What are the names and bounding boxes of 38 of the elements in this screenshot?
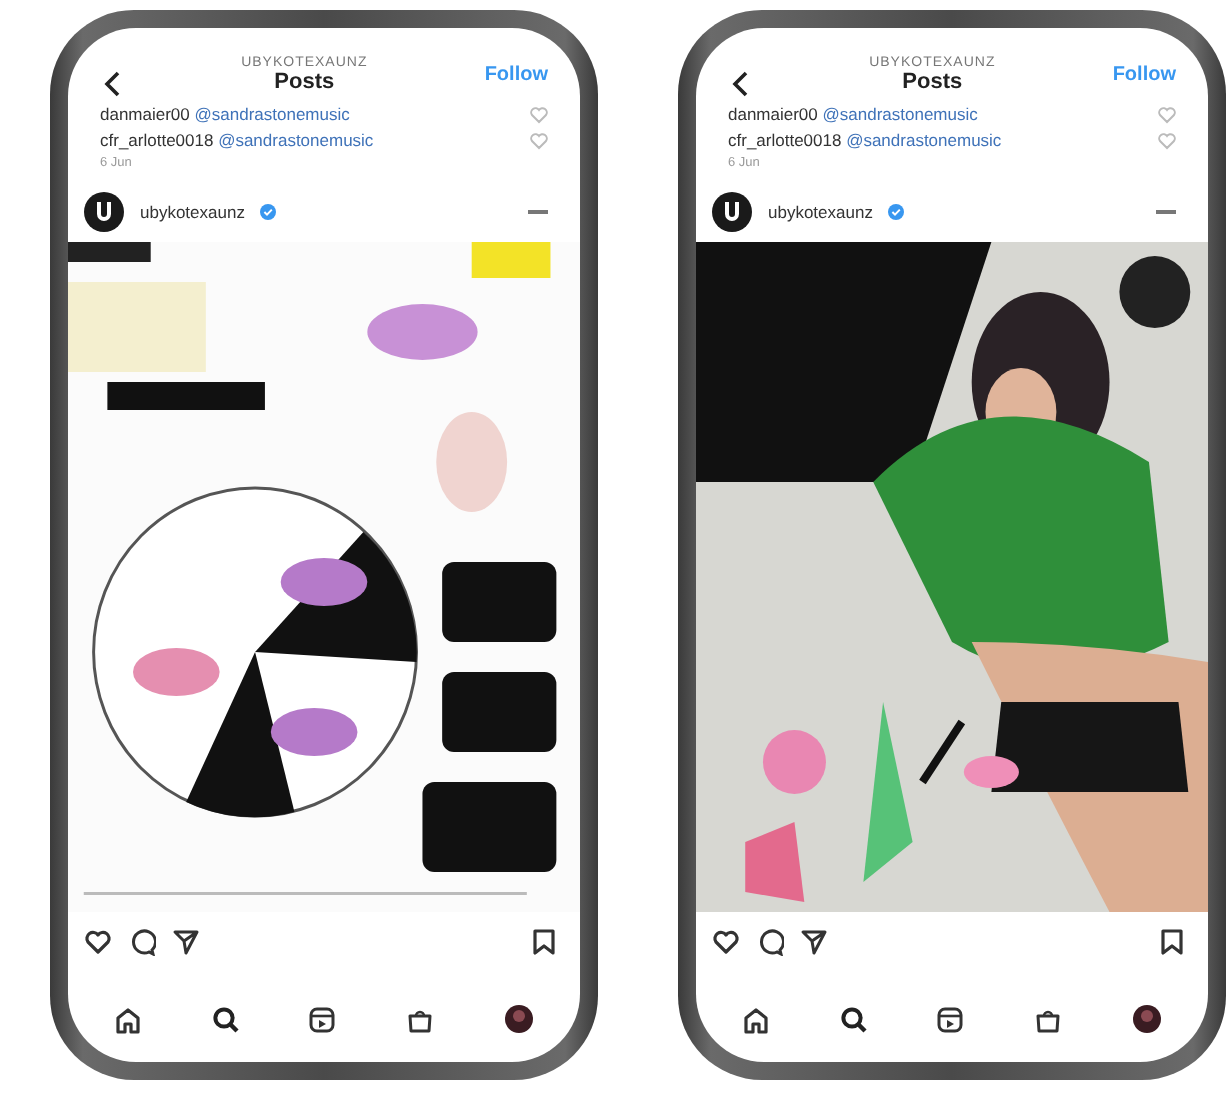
page-title: Posts	[274, 70, 335, 95]
bookmark-icon[interactable]	[532, 928, 556, 957]
heart-icon[interactable]	[84, 928, 112, 957]
follow-button[interactable]: Follow	[484, 60, 548, 91]
send-icon[interactable]	[800, 928, 828, 957]
home-icon[interactable]	[742, 1005, 771, 1033]
username[interactable]: ubykotexaunz	[768, 199, 873, 226]
reels-icon[interactable]	[936, 1005, 965, 1033]
verified-icon	[888, 204, 905, 221]
shop-icon[interactable]	[406, 1005, 435, 1033]
mention-link[interactable]: @sandrastonemusic	[218, 129, 374, 150]
mention-link[interactable]: @sandrastonemusic	[822, 104, 978, 125]
comment-text: danmaier00 @sandrastonemusic	[728, 102, 978, 128]
comment-icon[interactable]	[756, 928, 784, 957]
search-icon[interactable]	[839, 1005, 868, 1033]
page-title: Posts	[902, 70, 963, 95]
more-button[interactable]	[528, 209, 548, 216]
shop-icon[interactable]	[1034, 1005, 1063, 1033]
send-icon[interactable]	[172, 928, 200, 957]
bookmark-icon[interactable]	[1160, 928, 1184, 957]
comment-text: cfr_arlotte0018 @sandrastonemusic	[100, 127, 374, 154]
profile-avatar[interactable]	[1131, 1004, 1162, 1034]
comment-text: danmaier00 @sandrastonemusic	[100, 102, 350, 128]
username[interactable]: ubykotexaunz	[140, 199, 245, 226]
mention-link[interactable]: @sandrastonemusic	[846, 129, 1002, 150]
profile-avatar[interactable]	[503, 1004, 534, 1034]
comment-text: cfr_arlotte0018 @sandrastonemusic	[728, 127, 1002, 154]
follow-button[interactable]: Follow	[1112, 60, 1176, 91]
account-avatar[interactable]	[84, 192, 124, 233]
heart-icon[interactable]	[712, 928, 740, 957]
more-button[interactable]	[1156, 209, 1176, 216]
reels-icon[interactable]	[308, 1005, 337, 1033]
search-icon[interactable]	[211, 1005, 240, 1033]
home-icon[interactable]	[114, 1005, 143, 1033]
account-avatar[interactable]	[712, 192, 752, 233]
verified-icon	[260, 204, 277, 221]
mention-link[interactable]: @sandrastonemusic	[194, 104, 350, 125]
comment-icon[interactable]	[128, 928, 156, 957]
